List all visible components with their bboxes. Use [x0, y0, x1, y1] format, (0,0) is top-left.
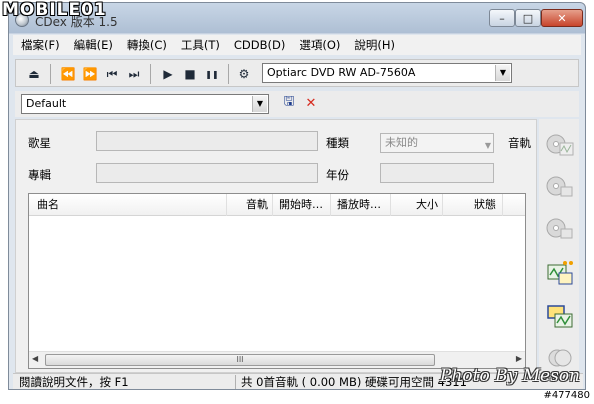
scroll-right-icon[interactable]: ▶ — [516, 354, 522, 363]
maximize-button[interactable]: □ — [515, 9, 541, 27]
rip-to-mp3-icon[interactable] — [545, 171, 575, 201]
column-play-time[interactable]: 播放時… — [331, 194, 391, 216]
column-title[interactable]: 曲名 — [29, 194, 227, 216]
cdex-window: CDex 版本 1.5 – □ ✕ 檔案(F) 編輯(E) 轉換(C) 工具(T… — [8, 2, 586, 390]
column-track[interactable]: 音軌 — [227, 194, 273, 216]
settings-icon[interactable]: ⚙ — [236, 66, 252, 82]
chevron-down-icon: ▼ — [495, 65, 510, 81]
year-field[interactable] — [380, 163, 494, 183]
chevron-down-icon: ▼ — [252, 96, 267, 112]
convert-wav-to-mp3-icon[interactable] — [545, 259, 575, 289]
artist-label: 歌星 — [28, 136, 51, 150]
column-start-time[interactable]: 開始時… — [273, 194, 331, 216]
column-size[interactable]: 大小 — [391, 194, 443, 216]
menu-tools[interactable]: 工具(T) — [181, 37, 220, 53]
previous-track-icon[interactable]: ⏮ — [104, 66, 120, 82]
profile-bar: Default ▼ 🖫 ✕ — [15, 91, 579, 117]
close-button[interactable]: ✕ — [541, 9, 583, 27]
album-label: 專輯 — [28, 168, 51, 182]
cd-info-panel: 歌星 種類 未知的 ▼ 音軌 專輯 年份 曲名 音軌 開始時… 播放時… 大小 … — [15, 119, 537, 373]
menu-help[interactable]: 說明(H) — [354, 37, 395, 53]
player-toolbar: ⏏ ⏪ ⏩ ⏮ ⏭ ▶ ■ ❚❚ ⚙ Optiarc DVD RW AD-756… — [15, 59, 579, 87]
scrollbar-thumb[interactable]: III — [45, 354, 435, 366]
menu-cddb[interactable]: CDDB(D) — [234, 38, 285, 52]
save-profile-icon[interactable]: 🖫 — [281, 94, 297, 111]
menu-options[interactable]: 選項(O) — [299, 37, 340, 53]
play-icon[interactable]: ▶ — [160, 66, 176, 82]
minimize-icon: – — [499, 11, 505, 25]
drive-select-value: Optiarc DVD RW AD-7560A — [267, 66, 416, 79]
genre-select-value: 未知的 — [385, 136, 418, 149]
track-label: 音軌 — [508, 136, 531, 150]
menu-bar: 檔案(F) 編輯(E) 轉換(C) 工具(T) CDDB(D) 選項(O) 說明… — [13, 35, 581, 55]
rip-range-icon[interactable] — [545, 213, 575, 243]
profile-select-value: Default — [26, 97, 67, 110]
maximize-icon: □ — [522, 11, 534, 25]
scroll-left-icon[interactable]: ◀ — [32, 354, 38, 363]
menu-edit[interactable]: 編輯(E) — [74, 37, 113, 53]
toolbar-separator — [50, 64, 51, 84]
status-divider — [235, 375, 236, 389]
menu-convert[interactable]: 轉換(C) — [127, 37, 167, 53]
toolbar-separator — [150, 64, 151, 84]
year-label: 年份 — [326, 168, 349, 182]
eject-icon[interactable]: ⏏ — [26, 66, 42, 82]
pause-icon[interactable]: ❚❚ — [204, 66, 220, 82]
track-list[interactable]: 曲名 音軌 開始時… 播放時… 大小 狀態 ◀ III ▶ — [28, 193, 526, 369]
close-icon: ✕ — [557, 11, 567, 25]
track-list-header: 曲名 音軌 開始時… 播放時… 大小 狀態 — [29, 194, 525, 216]
photo-credit: Photo By Meson — [440, 366, 580, 386]
stop-icon[interactable]: ■ — [182, 66, 198, 82]
minimize-button[interactable]: – — [489, 9, 515, 27]
rewind-icon[interactable]: ⏪ — [60, 66, 76, 82]
scrollbar-grip: III — [236, 355, 244, 364]
photo-id: #477480 — [543, 390, 590, 401]
rip-to-wav-icon[interactable] — [545, 129, 575, 159]
toolbar-separator — [228, 64, 229, 84]
menu-file[interactable]: 檔案(F) — [21, 37, 60, 53]
genre-label: 種類 — [326, 136, 349, 150]
drive-select[interactable]: Optiarc DVD RW AD-7560A ▼ — [262, 63, 512, 83]
action-sidebar — [539, 119, 579, 373]
convert-mp3-to-wav-icon[interactable] — [545, 301, 575, 331]
mobile01-logo: MOBILE01 — [2, 0, 107, 20]
next-track-icon[interactable]: ⏭ — [126, 66, 142, 82]
delete-profile-icon[interactable]: ✕ — [303, 95, 319, 111]
profile-select[interactable]: Default ▼ — [21, 94, 269, 114]
chevron-down-icon: ▼ — [484, 141, 491, 150]
fast-forward-icon[interactable]: ⏩ — [82, 66, 98, 82]
status-summary: 共 0首音軌 ( 0.00 MB) 硬碟可用空間 4311 — [241, 375, 467, 389]
status-help: 閱讀說明文件，按 F1 — [19, 375, 129, 389]
album-field[interactable] — [96, 163, 318, 183]
artist-field[interactable] — [96, 131, 318, 151]
genre-select[interactable]: 未知的 ▼ — [380, 133, 494, 153]
column-status[interactable]: 狀態 — [443, 194, 503, 216]
